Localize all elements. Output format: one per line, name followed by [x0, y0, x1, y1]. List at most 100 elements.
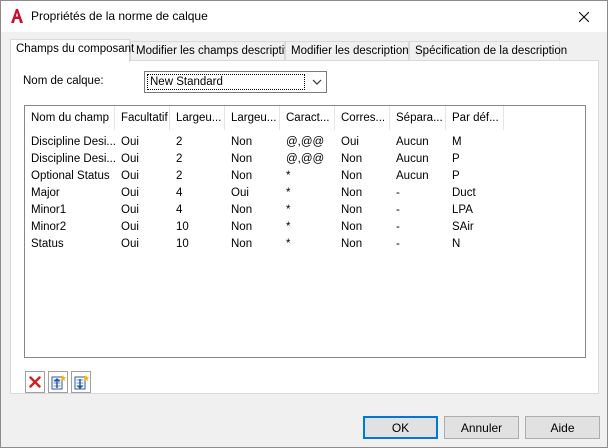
- tab-modifier-descriptions[interactable]: Modifier les descriptions: [285, 41, 414, 61]
- table-cell: 2: [176, 136, 183, 148]
- dialog-window: Propriétés de la norme de calque Champs …: [0, 0, 608, 448]
- field-list[interactable]: Nom du champ Facultatif Largeu... Largeu…: [24, 105, 586, 358]
- table-cell: Aucun: [396, 136, 429, 148]
- title-bar[interactable]: Propriétés de la norme de calque: [1, 1, 607, 32]
- close-button[interactable]: [561, 1, 607, 32]
- table-cell: Oui: [121, 153, 139, 165]
- table-cell: Optional Status: [31, 170, 110, 182]
- chevron-down-icon: [312, 79, 322, 85]
- list-header: Nom du champ Facultatif Largeu... Largeu…: [25, 106, 585, 130]
- table-cell: -: [396, 238, 400, 250]
- close-icon: [579, 11, 589, 22]
- layer-name-label: Nom de calque:: [23, 75, 104, 87]
- column-header[interactable]: Nom du champ: [25, 106, 115, 130]
- table-cell: *: [286, 238, 291, 250]
- table-cell: Non: [231, 136, 253, 148]
- table-cell: Minor2: [31, 221, 67, 233]
- column-header[interactable]: Corres...: [335, 106, 390, 130]
- move-up-button[interactable]: [48, 371, 68, 393]
- column-header[interactable]: Par déf...: [446, 106, 504, 130]
- table-cell: SAir: [452, 221, 474, 233]
- help-button[interactable]: Aide: [525, 416, 600, 439]
- table-cell: 2: [176, 170, 183, 182]
- table-row[interactable]: Major Oui 4 Oui * Non - Duct: [25, 185, 585, 202]
- tab-label: Champs du composant: [16, 43, 135, 55]
- table-cell: *: [286, 221, 291, 233]
- column-header[interactable]: Largeu...: [170, 106, 225, 130]
- delete-icon: [29, 376, 41, 388]
- table-cell: Non: [341, 238, 363, 250]
- layer-standard-select[interactable]: New Standard: [144, 71, 327, 93]
- table-cell: @,@@: [286, 136, 325, 148]
- table-cell: Discipline Desi...: [31, 136, 115, 148]
- table-cell: M: [452, 136, 462, 148]
- table-cell: Oui: [121, 221, 139, 233]
- autocad-app-icon: [11, 9, 23, 23]
- table-cell: Non: [341, 170, 363, 182]
- table-cell: Non: [231, 221, 253, 233]
- table-cell: Minor1: [31, 204, 67, 216]
- table-row[interactable]: Minor1 Oui 4 Non * Non - LPA: [25, 202, 585, 219]
- column-header[interactable]: Facultatif: [115, 106, 170, 130]
- table-cell: Non: [341, 153, 363, 165]
- table-cell: Non: [231, 204, 253, 216]
- column-header[interactable]: Sépara...: [390, 106, 446, 130]
- tab-label: Modifier les descriptions: [291, 45, 415, 57]
- window-title: Propriétés de la norme de calque: [31, 9, 208, 23]
- table-row[interactable]: Minor2 Oui 10 Non * Non - SAir: [25, 219, 585, 236]
- move-down-icon: [74, 375, 89, 390]
- table-cell: Discipline Desi...: [31, 153, 115, 165]
- table-cell: P: [452, 153, 460, 165]
- tab-label: Spécification de la description: [415, 45, 568, 57]
- table-row[interactable]: Discipline Desi... Oui 2 Non @,@@ Oui Au…: [25, 134, 585, 151]
- tab-specification-description[interactable]: Spécification de la description: [409, 41, 567, 61]
- table-cell: Oui: [341, 136, 359, 148]
- table-cell: Status: [31, 238, 64, 250]
- table-cell: Non: [341, 221, 363, 233]
- table-cell: 4: [176, 204, 183, 216]
- tab-label: Modifier les champs descriptifs: [136, 45, 294, 57]
- table-cell: Duct: [452, 187, 476, 199]
- table-cell: Oui: [121, 170, 139, 182]
- table-cell: -: [396, 221, 400, 233]
- table-cell: Oui: [121, 136, 139, 148]
- ok-button[interactable]: OK: [363, 416, 438, 439]
- delete-button[interactable]: [25, 371, 45, 393]
- table-cell: Aucun: [396, 153, 429, 165]
- column-header[interactable]: Largeu...: [225, 106, 280, 130]
- table-row[interactable]: Optional Status Oui 2 Non * Non Aucun P: [25, 168, 585, 185]
- table-cell: Oui: [121, 238, 139, 250]
- table-cell: Aucun: [396, 170, 429, 182]
- table-cell: Oui: [121, 204, 139, 216]
- table-cell: N: [452, 238, 461, 250]
- move-up-icon: [51, 375, 66, 390]
- table-cell: Non: [231, 238, 253, 250]
- table-cell: 4: [176, 187, 183, 199]
- table-cell: 10: [176, 238, 189, 250]
- table-cell: Oui: [121, 187, 139, 199]
- table-cell: Non: [341, 204, 363, 216]
- table-cell: Non: [231, 170, 253, 182]
- table-row[interactable]: Discipline Desi... Oui 2 Non @,@@ Non Au…: [25, 151, 585, 168]
- table-row[interactable]: Status Oui 10 Non * Non - N: [25, 236, 585, 253]
- column-header[interactable]: Caract...: [280, 106, 335, 130]
- layer-standard-value: New Standard: [147, 74, 305, 90]
- table-cell: LPA: [452, 204, 473, 216]
- table-cell: -: [396, 187, 400, 199]
- table-cell: Oui: [231, 187, 249, 199]
- move-down-button[interactable]: [71, 371, 91, 393]
- table-cell: Non: [341, 187, 363, 199]
- table-cell: *: [286, 204, 291, 216]
- table-cell: -: [396, 204, 400, 216]
- cancel-button[interactable]: Annuler: [444, 416, 519, 439]
- table-cell: 2: [176, 153, 183, 165]
- table-cell: @,@@: [286, 153, 325, 165]
- table-cell: Major: [31, 187, 60, 199]
- table-cell: 10: [176, 221, 189, 233]
- table-cell: *: [286, 170, 291, 182]
- tab-champs-du-composant[interactable]: Champs du composant: [10, 39, 134, 62]
- table-cell: P: [452, 170, 460, 182]
- table-cell: *: [286, 187, 291, 199]
- table-cell: Non: [231, 153, 253, 165]
- tab-modifier-champs-descriptifs[interactable]: Modifier les champs descriptifs: [130, 41, 293, 61]
